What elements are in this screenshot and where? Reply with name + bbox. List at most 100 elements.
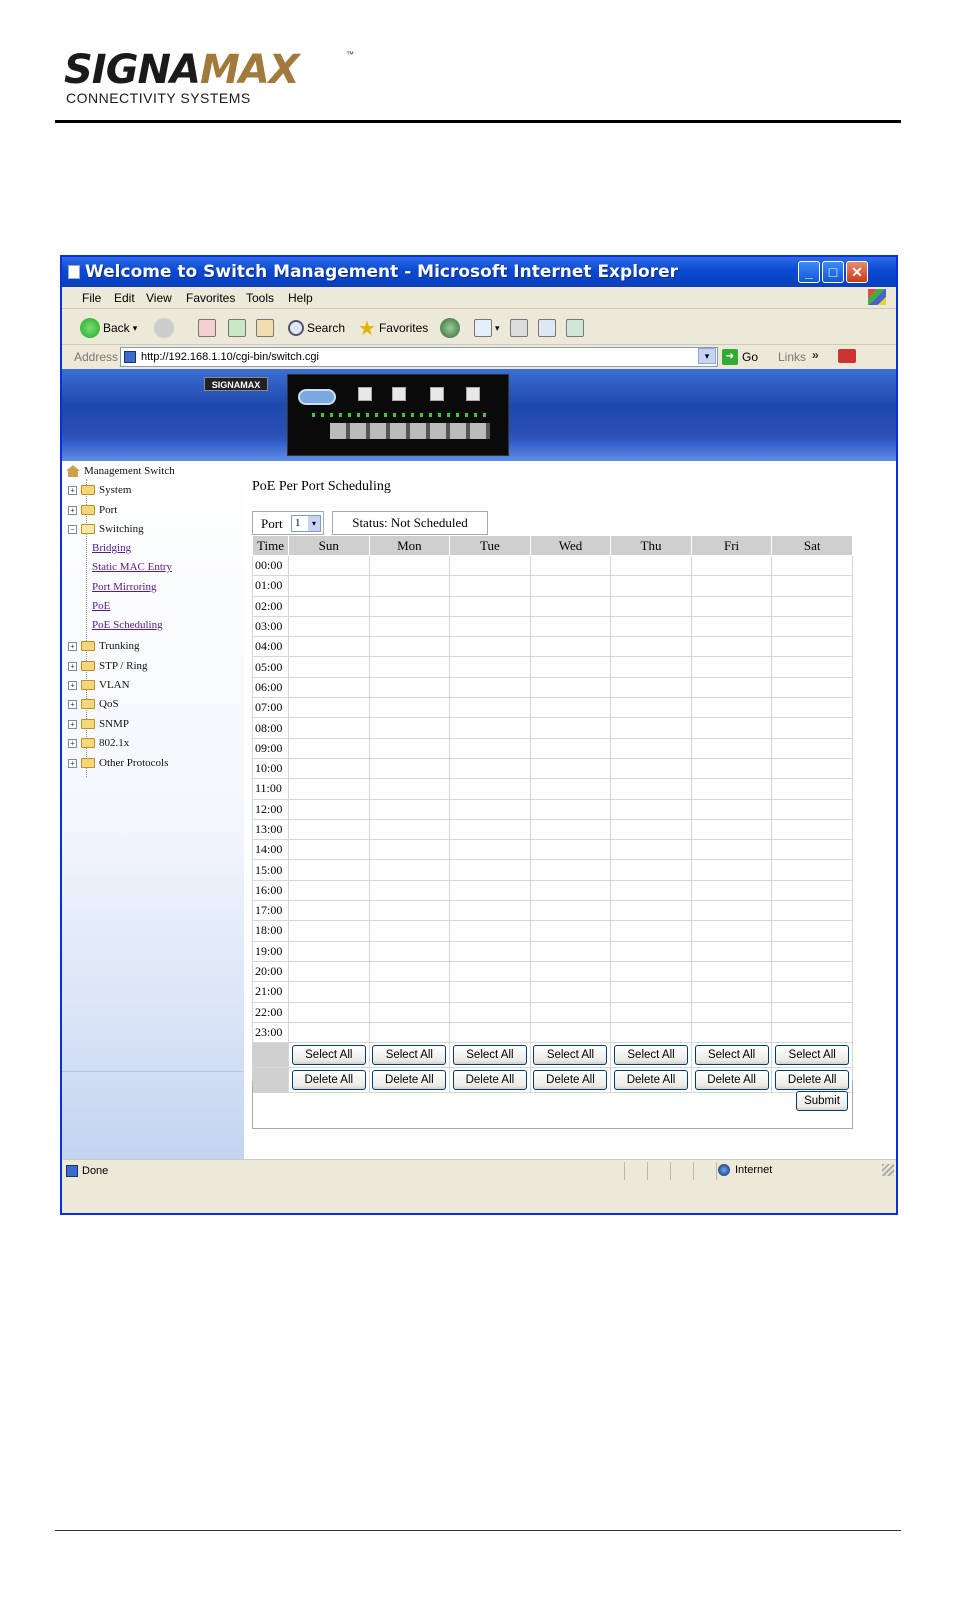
tree-folder-qos[interactable]: + QoS bbox=[68, 696, 119, 712]
tree-link-static-mac-entry[interactable]: Static MAC Entry bbox=[92, 561, 172, 573]
schedule-slot[interactable] bbox=[288, 839, 370, 861]
expand-icon[interactable]: + bbox=[68, 485, 77, 495]
schedule-slot[interactable] bbox=[610, 676, 692, 699]
schedule-slot[interactable] bbox=[368, 697, 451, 719]
select-all-button-fri[interactable]: Select All bbox=[694, 1045, 769, 1066]
schedule-slot[interactable] bbox=[690, 981, 773, 1003]
schedule-slot[interactable] bbox=[690, 798, 773, 820]
schedule-slot[interactable] bbox=[771, 920, 853, 942]
print-button[interactable] bbox=[510, 317, 528, 339]
links-label[interactable]: Links bbox=[778, 350, 806, 364]
schedule-slot[interactable] bbox=[449, 554, 531, 577]
schedule-slot[interactable] bbox=[610, 1001, 692, 1023]
schedule-slot[interactable] bbox=[449, 1001, 531, 1023]
schedule-slot[interactable] bbox=[610, 595, 692, 617]
schedule-slot[interactable] bbox=[288, 575, 370, 597]
schedule-slot[interactable] bbox=[449, 981, 531, 1003]
tree-folder-stp-ring[interactable]: + STP / Ring bbox=[68, 658, 148, 674]
tree-folder-other-protocols[interactable]: + Other Protocols bbox=[68, 755, 168, 771]
schedule-slot[interactable] bbox=[771, 717, 853, 739]
schedule-slot[interactable] bbox=[610, 656, 692, 678]
select-all-button-tue[interactable]: Select All bbox=[452, 1045, 527, 1066]
schedule-slot[interactable] bbox=[529, 879, 612, 902]
tree-folder-trunking[interactable]: + Trunking bbox=[68, 638, 140, 654]
tree-link-port-mirroring[interactable]: Port Mirroring bbox=[92, 581, 156, 593]
schedule-slot[interactable] bbox=[771, 778, 853, 800]
schedule-slot[interactable] bbox=[529, 636, 612, 658]
search-button[interactable]: Search bbox=[288, 317, 345, 339]
schedule-slot[interactable] bbox=[288, 960, 370, 983]
schedule-slot[interactable] bbox=[529, 595, 612, 617]
schedule-slot[interactable] bbox=[610, 697, 692, 719]
schedule-slot[interactable] bbox=[449, 595, 531, 617]
tree-folder-switching[interactable]: − Switching bbox=[68, 521, 144, 537]
schedule-slot[interactable] bbox=[449, 879, 531, 902]
maximize-button[interactable]: □ bbox=[822, 261, 844, 283]
schedule-slot[interactable] bbox=[288, 940, 370, 962]
schedule-slot[interactable] bbox=[771, 1021, 853, 1044]
schedule-slot[interactable] bbox=[288, 798, 370, 820]
schedule-slot[interactable] bbox=[771, 900, 853, 922]
schedule-slot[interactable] bbox=[771, 960, 853, 983]
schedule-slot[interactable] bbox=[610, 940, 692, 962]
menu-file[interactable]: File bbox=[82, 291, 101, 305]
schedule-slot[interactable] bbox=[771, 697, 853, 719]
schedule-slot[interactable] bbox=[771, 798, 853, 820]
schedule-slot[interactable] bbox=[529, 818, 612, 841]
schedule-slot[interactable] bbox=[529, 575, 612, 597]
schedule-slot[interactable] bbox=[610, 798, 692, 820]
address-dropdown-icon[interactable]: ▾ bbox=[698, 348, 716, 364]
expand-icon[interactable]: + bbox=[68, 641, 77, 651]
schedule-slot[interactable] bbox=[368, 778, 451, 800]
schedule-slot[interactable] bbox=[690, 900, 773, 922]
schedule-slot[interactable] bbox=[610, 757, 692, 780]
schedule-slot[interactable] bbox=[288, 818, 370, 841]
schedule-slot[interactable] bbox=[610, 920, 692, 942]
go-button[interactable]: ➔ Go bbox=[722, 349, 758, 365]
schedule-slot[interactable] bbox=[288, 859, 370, 881]
select-all-button-mon[interactable]: Select All bbox=[372, 1045, 447, 1066]
schedule-slot[interactable] bbox=[288, 920, 370, 942]
menu-view[interactable]: View bbox=[146, 291, 172, 305]
schedule-slot[interactable] bbox=[610, 778, 692, 800]
schedule-slot[interactable] bbox=[771, 940, 853, 962]
schedule-slot[interactable] bbox=[449, 940, 531, 962]
schedule-slot[interactable] bbox=[288, 717, 370, 739]
schedule-slot[interactable] bbox=[288, 757, 370, 780]
schedule-slot[interactable] bbox=[610, 879, 692, 902]
schedule-slot[interactable] bbox=[610, 960, 692, 983]
schedule-slot[interactable] bbox=[690, 920, 773, 942]
schedule-slot[interactable] bbox=[449, 900, 531, 922]
edit-button[interactable] bbox=[538, 317, 556, 339]
tree-root[interactable]: Management Switch bbox=[66, 463, 175, 479]
schedule-slot[interactable] bbox=[449, 717, 531, 739]
port-select[interactable]: 1 ▾ bbox=[291, 515, 321, 532]
schedule-slot[interactable] bbox=[610, 717, 692, 739]
schedule-slot[interactable] bbox=[610, 737, 692, 759]
schedule-slot[interactable] bbox=[690, 1001, 773, 1023]
schedule-slot[interactable] bbox=[529, 1001, 612, 1023]
schedule-slot[interactable] bbox=[529, 697, 612, 719]
favorites-button[interactable]: ★ Favorites bbox=[358, 317, 428, 340]
expand-icon[interactable]: + bbox=[68, 719, 77, 729]
mail-dropdown-icon[interactable]: ▾ bbox=[495, 323, 500, 334]
schedule-slot[interactable] bbox=[449, 798, 531, 820]
schedule-slot[interactable] bbox=[449, 920, 531, 942]
toolbar-extension-icon[interactable] bbox=[838, 349, 856, 363]
schedule-slot[interactable] bbox=[449, 575, 531, 597]
schedule-slot[interactable] bbox=[690, 960, 773, 983]
tree-folder-system[interactable]: + System bbox=[68, 482, 131, 498]
select-all-button-sun[interactable]: Select All bbox=[291, 1045, 366, 1066]
mail-button[interactable]: ▾ bbox=[474, 317, 500, 339]
schedule-slot[interactable] bbox=[529, 798, 612, 820]
menu-edit[interactable]: Edit bbox=[114, 291, 135, 305]
schedule-slot[interactable] bbox=[288, 737, 370, 759]
expand-icon[interactable]: + bbox=[68, 758, 77, 768]
schedule-slot[interactable] bbox=[610, 859, 692, 881]
schedule-slot[interactable] bbox=[771, 615, 853, 638]
messenger-button[interactable] bbox=[566, 317, 584, 339]
schedule-slot[interactable] bbox=[368, 798, 451, 820]
schedule-slot[interactable] bbox=[288, 636, 370, 658]
schedule-slot[interactable] bbox=[529, 676, 612, 699]
schedule-slot[interactable] bbox=[368, 757, 451, 780]
